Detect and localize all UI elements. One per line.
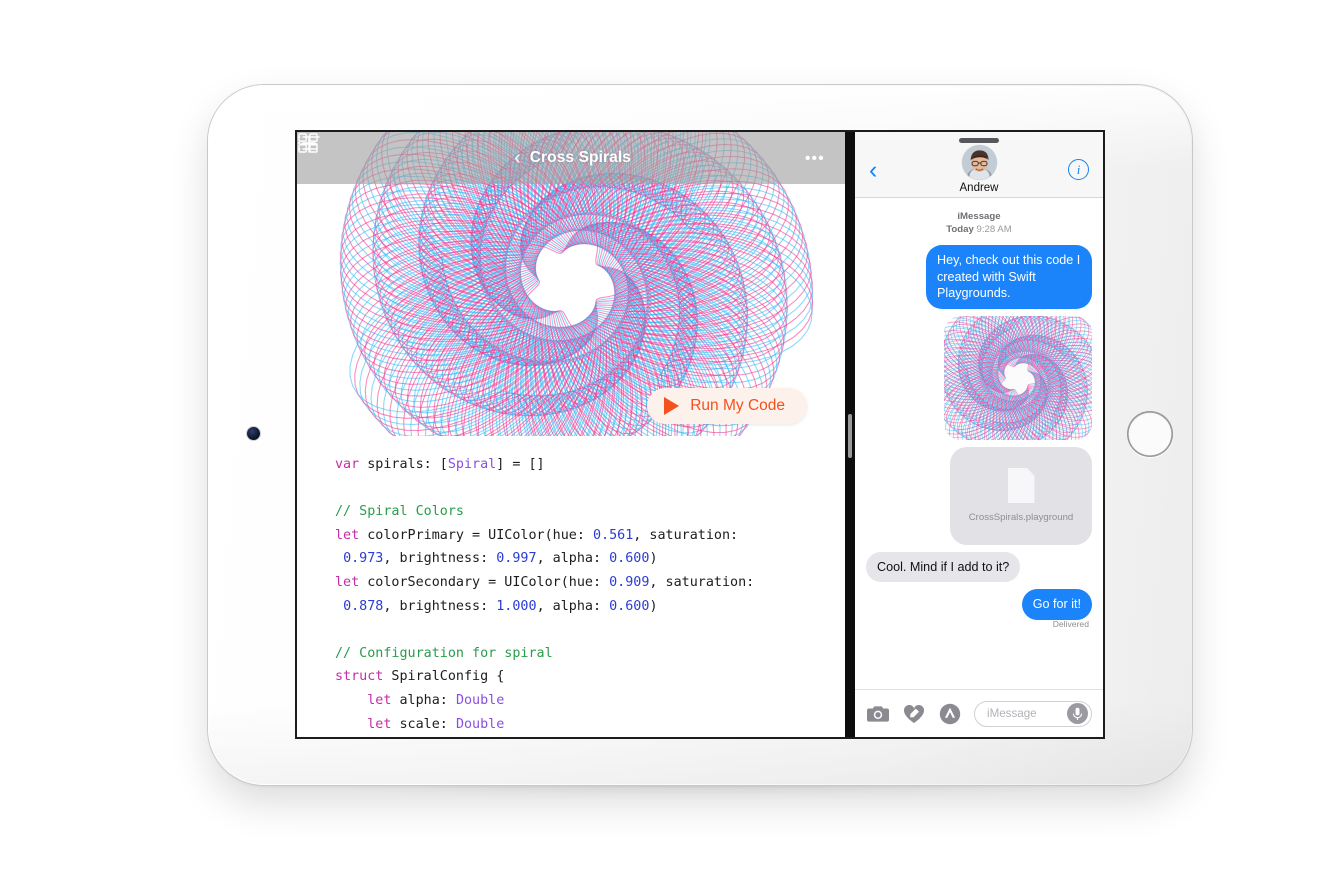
message-bubble[interactable]: Cool. Mind if I add to it?	[861, 551, 1021, 582]
digital-touch-icon[interactable]	[902, 702, 926, 726]
thread-day: Today	[946, 224, 974, 235]
code-line: 0.878, brightness: 1.000, alpha: 0.600)	[343, 598, 658, 614]
thread-time: Today 9:28 AM	[866, 223, 1092, 236]
message-thread[interactable]: iMessage Today 9:28 AM Hey, check out th…	[855, 198, 1103, 689]
message-row: Hey, check out this code I created with …	[866, 245, 1096, 309]
contact-name: Andrew	[959, 182, 999, 194]
image-attachment[interactable]	[944, 315, 1092, 440]
imessage-input[interactable]: iMessage	[974, 700, 1092, 727]
message-row	[866, 315, 1092, 440]
back-chevron-icon[interactable]: ‹	[869, 158, 877, 183]
delivery-status: Delivered	[1052, 618, 1089, 629]
messages-app: ‹ Andrew i iMessage Today 9:28 AM Hey, c…	[855, 132, 1103, 737]
code-line: let alpha: Double	[367, 692, 505, 708]
imessage-placeholder: iMessage	[987, 707, 1037, 720]
message-bubble[interactable]: Go for it!	[1021, 589, 1097, 620]
run-my-code-label: Run My Code	[690, 397, 785, 414]
plus-icon[interactable]	[300, 135, 783, 171]
avatar[interactable]	[961, 145, 997, 180]
camera-icon[interactable]	[866, 702, 890, 726]
code-line: // Spiral Colors	[335, 504, 464, 520]
spiral-canvas[interactable]: ‹ Cross Spirals ••• Run My Code	[297, 132, 845, 436]
message-bubble[interactable]: Hey, check out this code I created with …	[926, 245, 1096, 309]
more-options-icon[interactable]: •••	[805, 150, 825, 167]
thread-clock: 9:28 AM	[976, 224, 1012, 235]
messages-input-toolbar: iMessage	[855, 689, 1103, 737]
playgrounds-title-group: ‹ Cross Spirals	[388, 148, 757, 168]
code-line: struct SpiralConfig {	[335, 669, 505, 685]
home-button[interactable]	[1127, 411, 1173, 457]
list-icon[interactable]	[298, 135, 388, 172]
front-camera-icon	[247, 427, 260, 440]
code-editor[interactable]: var spirals: [Spiral] = [] // Spiral Col…	[297, 436, 845, 737]
message-row: Cool. Mind if I add to it?	[861, 551, 1092, 582]
app-store-icon[interactable]	[938, 702, 962, 726]
code-line: let colorSecondary = UIColor(hue: 0.909,…	[335, 574, 755, 590]
run-my-code-button[interactable]: Run My Code	[647, 388, 807, 424]
message-row: Go for it!	[866, 589, 1097, 620]
swift-playgrounds-app: ‹ Cross Spirals ••• Run My Code var spir…	[297, 132, 845, 737]
playgrounds-toolbar: ‹ Cross Spirals •••	[297, 132, 845, 184]
message-row: CrossSpirals.playground	[866, 446, 1096, 545]
ipad-screen: ‹ Cross Spirals ••• Run My Code var spir…	[295, 130, 1105, 739]
code-line: var spirals: [Spiral] = []	[335, 457, 545, 472]
slide-over-grabber[interactable]	[959, 138, 999, 143]
document-icon	[1007, 468, 1035, 503]
service-label: iMessage	[957, 211, 1001, 222]
file-attachment[interactable]: CrossSpirals.playground	[950, 446, 1096, 545]
page-title: Cross Spirals	[529, 149, 631, 166]
play-icon	[664, 397, 680, 415]
split-view-drag-handle[interactable]	[848, 414, 853, 458]
contact-group[interactable]: Andrew	[960, 145, 999, 197]
microphone-icon[interactable]	[1067, 703, 1088, 724]
back-chevron-icon[interactable]: ‹	[514, 148, 521, 168]
info-icon[interactable]: i	[1068, 159, 1089, 180]
split-view-divider	[845, 132, 855, 737]
code-line: 0.973, brightness: 0.997, alpha: 0.600)	[343, 551, 658, 567]
code-line: let scale: Double	[367, 716, 505, 732]
file-name: CrossSpirals.playground	[968, 512, 1074, 523]
code-line: let colorPrimary = UIColor(hue: 0.561, s…	[335, 527, 739, 543]
code-line: // Configuration for spiral	[335, 645, 553, 661]
thread-timestamp: iMessage Today 9:28 AM	[866, 210, 1092, 236]
